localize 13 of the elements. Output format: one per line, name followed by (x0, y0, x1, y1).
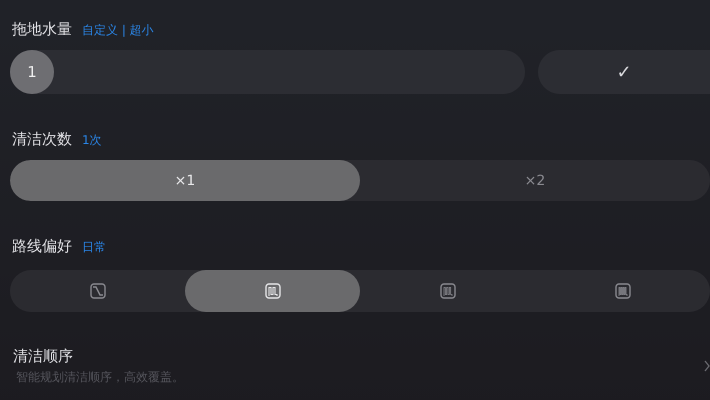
slider-track[interactable]: 1 (10, 50, 525, 94)
row-title: 清洁顺序 (13, 347, 73, 365)
segment-option[interactable]: ×2 (360, 160, 710, 201)
confirm-button[interactable]: ✓ (538, 50, 710, 94)
section-value: 1次 (82, 132, 102, 149)
section-title: 清洁次数 (12, 130, 72, 149)
row-subtitle: 智能规划清洁顺序，高效覆盖。 (15, 369, 184, 386)
section-title: 路线偏好 (12, 237, 72, 256)
section-title: 拖地水量 (12, 20, 72, 39)
section-value: 日常 (82, 239, 106, 256)
slider-thumb[interactable]: 1 (10, 50, 54, 94)
segment-option[interactable]: ×1 (10, 160, 360, 201)
section-value: 自定义 | 超小 (82, 22, 154, 39)
